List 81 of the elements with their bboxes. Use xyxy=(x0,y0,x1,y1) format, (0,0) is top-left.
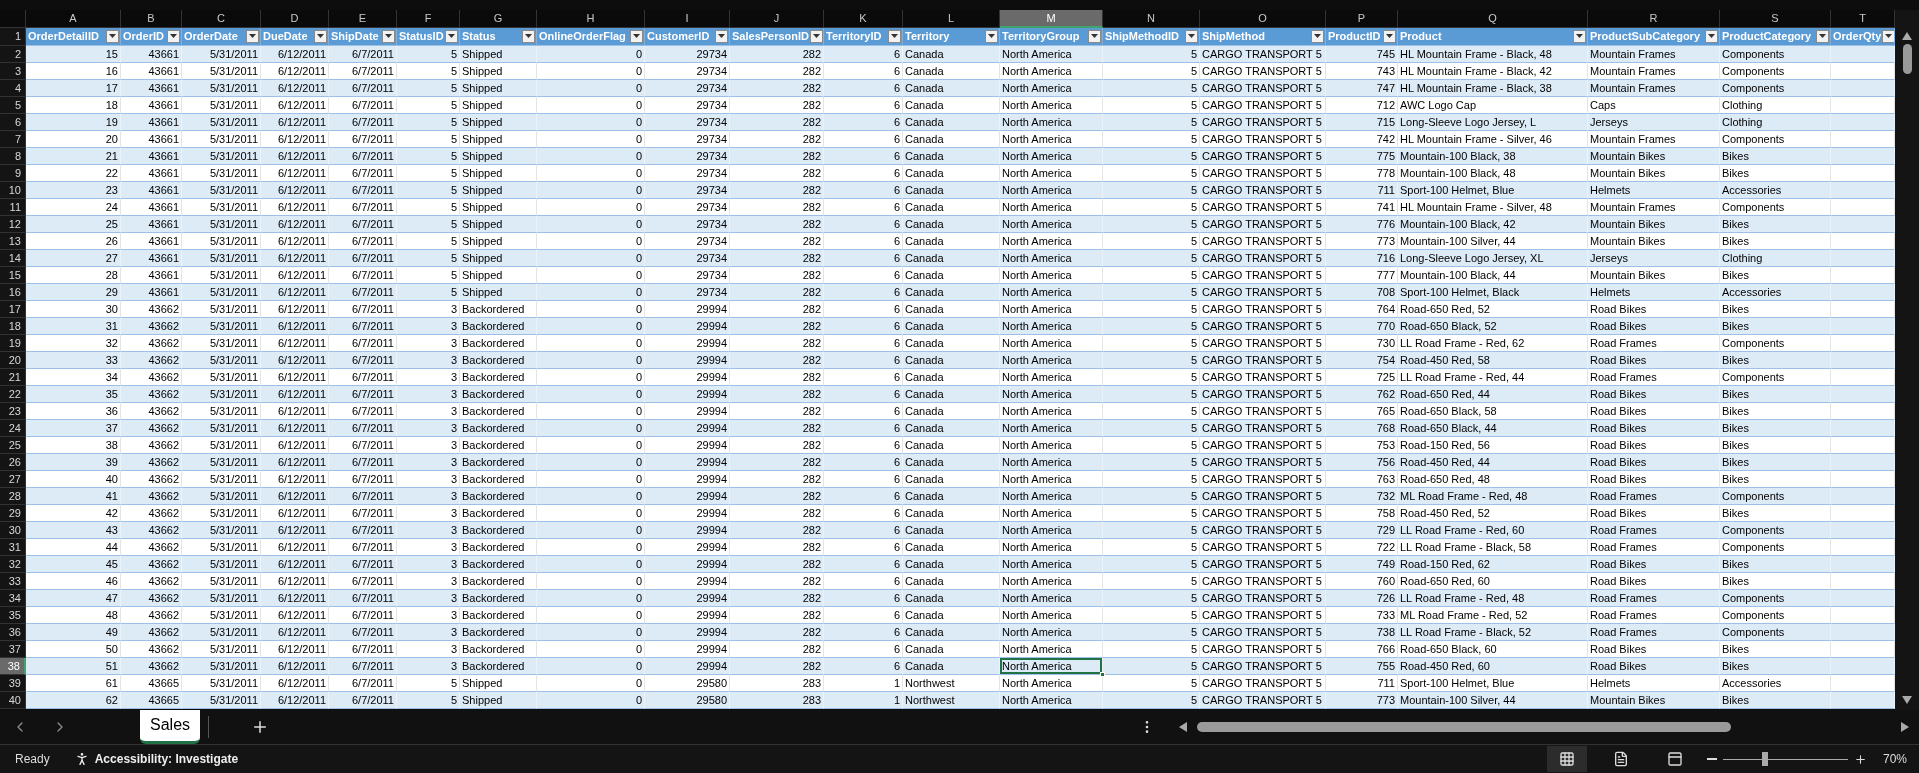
zoom-slider-thumb[interactable] xyxy=(1762,751,1769,766)
column-header-text: TerritoryGroup xyxy=(1002,30,1080,43)
caret-icon xyxy=(718,34,725,39)
filter-button[interactable] xyxy=(810,29,823,43)
column-header-text: ShipMethod xyxy=(1202,30,1265,43)
filter-button[interactable] xyxy=(382,29,395,43)
column-header-text: Status xyxy=(462,30,496,43)
caret-icon xyxy=(1819,34,1826,39)
column-header-text: DueDate xyxy=(263,30,308,43)
caret-icon xyxy=(633,34,640,39)
normal-view-button[interactable] xyxy=(1546,746,1587,773)
filter-button[interactable] xyxy=(314,29,327,43)
filter-button[interactable] xyxy=(1311,29,1324,43)
filter-button[interactable] xyxy=(167,29,180,43)
caret-icon xyxy=(317,34,324,39)
column-header-text: OrderQty xyxy=(1833,30,1882,43)
filter-button[interactable] xyxy=(1383,29,1396,43)
caret-icon xyxy=(1091,34,1098,39)
column-header-text: SalesPersonID xyxy=(732,30,810,43)
filter-button[interactable] xyxy=(522,29,535,43)
filter-button[interactable] xyxy=(630,29,643,43)
column-header-text: ShipMethodID xyxy=(1105,30,1179,43)
grid-icon xyxy=(1558,751,1575,768)
caret-icon xyxy=(109,34,116,39)
filter-button[interactable] xyxy=(1882,29,1894,43)
column-header-text: OnlineOrderFlag xyxy=(539,30,626,43)
caret-icon xyxy=(1314,34,1321,39)
column-header-text: ShipDate xyxy=(331,30,379,43)
scroll-up-icon[interactable] xyxy=(1902,31,1912,40)
accessibility-button[interactable]: Accessibility: Investigate xyxy=(73,751,239,768)
filter-button[interactable] xyxy=(715,29,728,43)
scroll-right-icon[interactable] xyxy=(1901,722,1909,733)
plus-icon xyxy=(1853,752,1867,766)
panel-icon xyxy=(1666,751,1683,768)
filter-button[interactable] xyxy=(1573,29,1586,43)
scroll-left-icon[interactable] xyxy=(1179,722,1187,733)
caret-icon xyxy=(170,34,177,39)
filter-button[interactable] xyxy=(106,29,119,43)
zoom-reading: 70% xyxy=(1882,752,1907,767)
filter-button[interactable] xyxy=(888,29,901,43)
scroll-down-icon[interactable] xyxy=(1902,695,1912,704)
status-text: Ready xyxy=(15,752,50,767)
horizontal-scrollbar-thumb[interactable] xyxy=(1197,722,1731,733)
column-header-text: OrderID xyxy=(123,30,164,43)
column-header-text: OrderDate xyxy=(184,30,238,43)
column-header-text: ProductSubCategory xyxy=(1590,30,1700,43)
caret-icon xyxy=(891,34,898,39)
caret-icon xyxy=(813,34,821,39)
caret-icon xyxy=(525,34,532,39)
caret-icon xyxy=(1708,34,1715,39)
column-header-text: OrderDetailID xyxy=(28,30,99,43)
caret-icon xyxy=(1386,34,1393,39)
vertical-scrollbar-thumb[interactable] xyxy=(1902,43,1912,74)
column-header-text: ProductCategory xyxy=(1722,30,1812,43)
filter-button[interactable] xyxy=(1705,29,1718,43)
column-header-text: TerritoryID xyxy=(826,30,882,43)
column-header-text: ProductID xyxy=(1328,30,1381,43)
column-header-text: Territory xyxy=(905,30,950,43)
filter-button[interactable] xyxy=(1185,29,1198,43)
caret-icon xyxy=(1576,34,1583,39)
fill-handle[interactable] xyxy=(1100,671,1105,677)
sheet-tab[interactable]: Sales xyxy=(140,709,201,744)
caret-icon xyxy=(249,34,256,39)
zoom-out-button[interactable] xyxy=(1706,758,1717,761)
caret-icon xyxy=(1885,34,1893,39)
column-header-text: Product xyxy=(1400,30,1442,43)
accessibility-label: Accessibility: Investigate xyxy=(94,752,239,767)
caret-icon xyxy=(448,34,455,39)
caret-icon xyxy=(385,34,392,39)
page-icon xyxy=(1612,751,1629,768)
filter-button[interactable] xyxy=(1816,29,1829,43)
zoom-in-button[interactable] xyxy=(1853,752,1867,766)
column-header-text: StatusID xyxy=(399,30,444,43)
filter-button[interactable] xyxy=(985,29,998,43)
filter-button[interactable] xyxy=(1088,29,1101,43)
minus-icon xyxy=(1706,758,1717,761)
column-header-text: CustomerID xyxy=(647,30,710,43)
caret-icon xyxy=(1188,34,1195,39)
filter-button[interactable] xyxy=(246,29,259,43)
filter-button[interactable] xyxy=(445,29,458,43)
caret-icon xyxy=(988,34,995,39)
